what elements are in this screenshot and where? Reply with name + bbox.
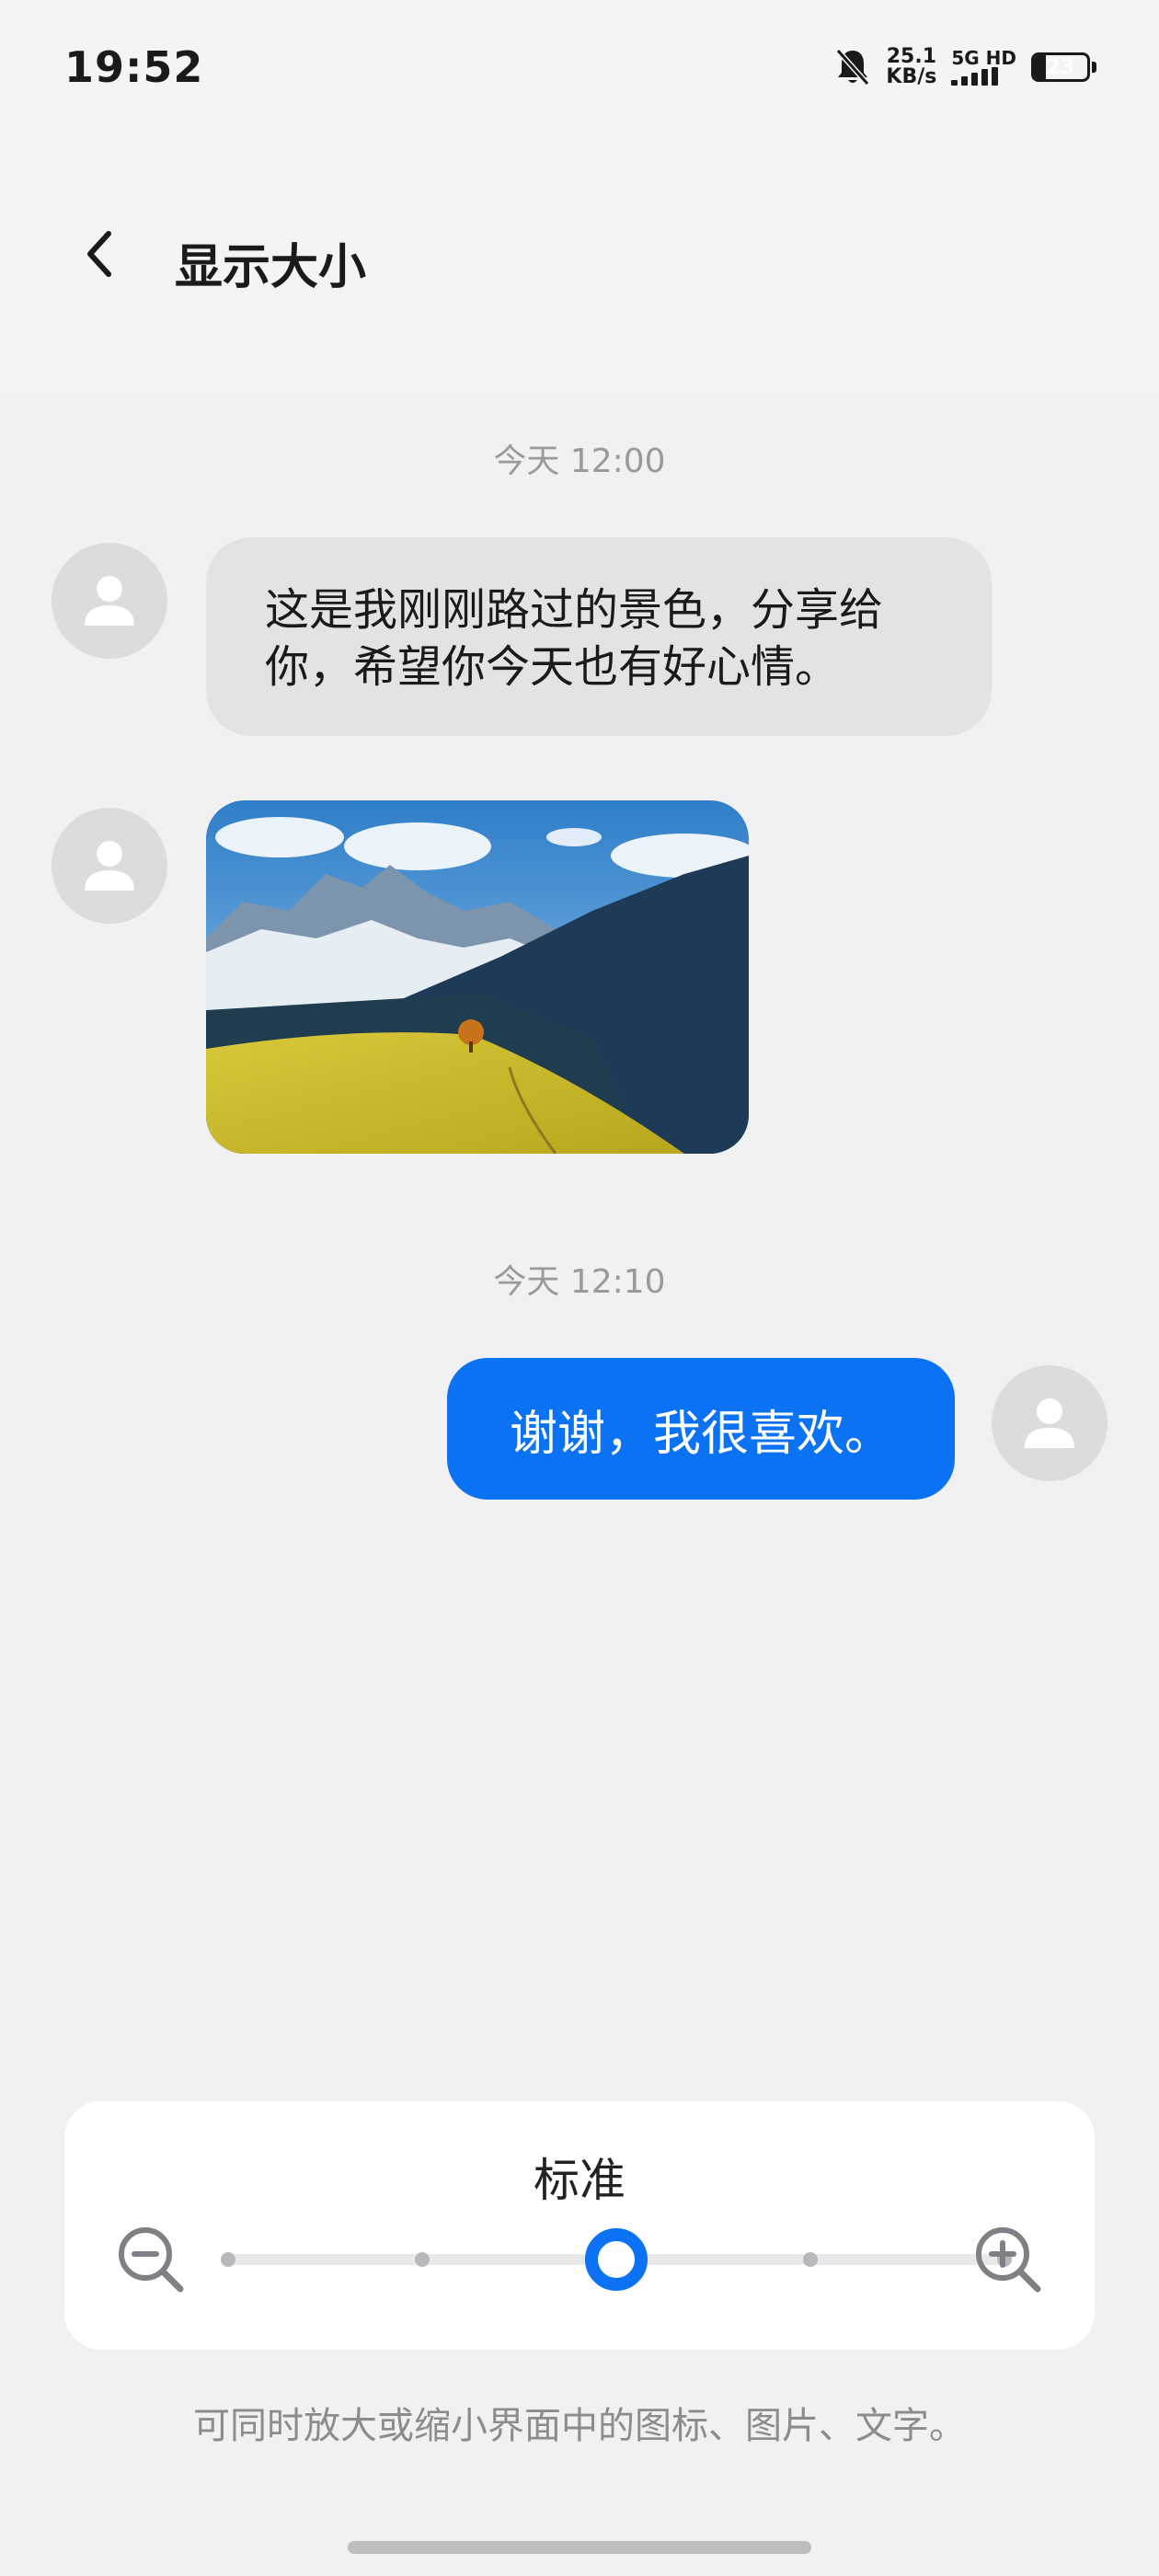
status-icons: 25.1 KB/s 5G HD 23 [834, 44, 1096, 90]
zoom-out-icon[interactable] [116, 2225, 186, 2294]
slider-step-dot[interactable] [415, 2252, 430, 2267]
page-title: 显示大小 [175, 240, 367, 295]
contact-avatar [52, 543, 167, 659]
bell-off-icon [836, 49, 870, 86]
message-timestamp: 今天 12:10 [493, 1263, 666, 1301]
size-hint-text: 可同时放大或缩小界面中的图标、图片、文字。 [193, 2405, 966, 2447]
chat-preview: 今天 12:00 这是我刚刚路过的景色，分享给你，希望你今天也有好心情。 今天 … [0, 394, 1159, 2050]
slider-step-dot[interactable] [803, 2252, 818, 2267]
battery-level: 23 [1046, 55, 1075, 79]
home-indicator[interactable] [348, 2541, 811, 2554]
self-avatar [992, 1365, 1107, 1481]
status-bar: 19:52 25.1 KB/s 5G HD 23 [0, 0, 1159, 138]
image-message[interactable] [206, 800, 749, 1154]
net-speed-value: 25.1 [886, 45, 937, 68]
size-slider[interactable] [221, 2228, 1012, 2291]
contact-avatar [52, 808, 167, 924]
signal-icon [951, 67, 1016, 86]
battery-fill [1034, 55, 1047, 79]
slider-thumb[interactable] [585, 2228, 648, 2291]
message-timestamp: 今天 12:00 [493, 443, 666, 480]
app-header: 显示大小 [0, 138, 1159, 394]
size-level-label: 标准 [534, 2154, 625, 2207]
mountain-landscape-photo [206, 800, 749, 1154]
network-indicator: 5G HD [951, 49, 1016, 86]
incoming-message-bubble: 这是我刚刚路过的景色，分享给你，希望你今天也有好心情。 [206, 537, 992, 736]
battery-icon: 23 [1031, 52, 1090, 82]
zoom-in-icon[interactable] [973, 2225, 1043, 2294]
status-time: 19:52 [64, 42, 204, 92]
user-icon [1025, 1398, 1074, 1448]
display-size-card: 标准 [64, 2101, 1095, 2350]
network-type: 5G HD [951, 47, 1016, 69]
chevron-left-icon[interactable] [74, 226, 129, 282]
slider-step-dot[interactable] [221, 2252, 235, 2267]
net-speed: 25.1 KB/s [886, 47, 936, 87]
battery-nub [1092, 62, 1096, 73]
net-speed-unit: KB/s [886, 65, 937, 88]
user-icon [85, 841, 134, 891]
user-icon [85, 576, 134, 626]
outgoing-message-bubble: 谢谢，我很喜欢。 [447, 1358, 955, 1500]
